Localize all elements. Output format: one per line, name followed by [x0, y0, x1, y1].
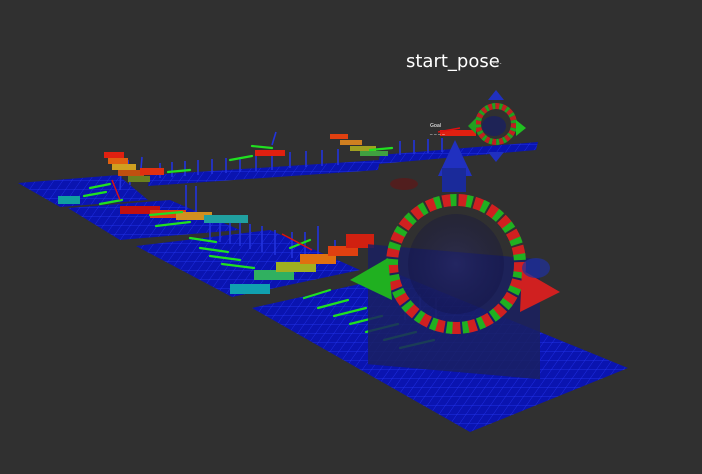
scene-canvas[interactable]: [0, 0, 702, 474]
start-pose-marker[interactable]: [350, 140, 560, 380]
start-pose-sublabel: - - - - -: [486, 61, 502, 67]
3d-viewport[interactable]: start_pose - - - - - Goal _ _ _ _: [0, 0, 702, 474]
grid-plane-far-1: [148, 160, 380, 186]
far-marker-sublabel: _ _ _ _: [430, 129, 445, 135]
